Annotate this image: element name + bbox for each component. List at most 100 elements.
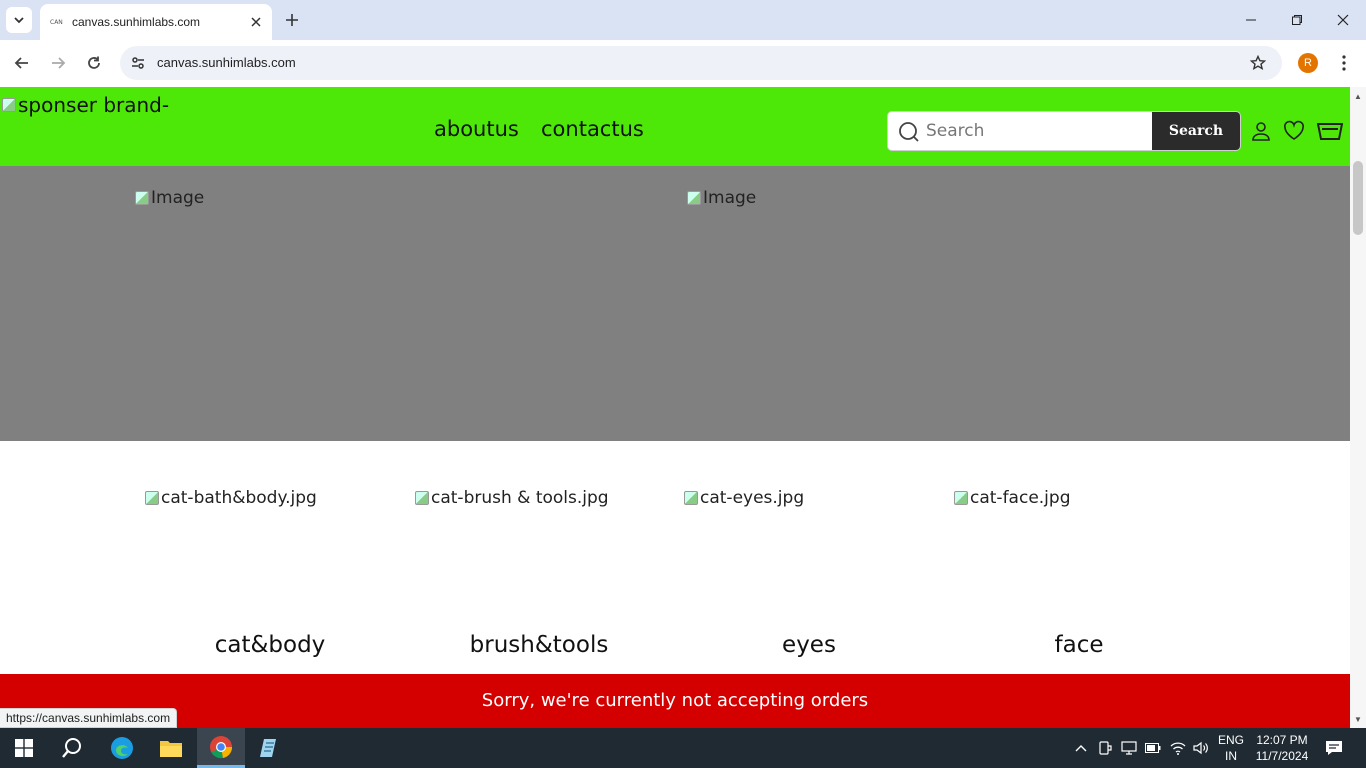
browser-tab-strip: CAN canvas.sunhimlabs.com: [0, 0, 1366, 40]
restore-icon: [1292, 15, 1302, 25]
browser-toolbar: canvas.sunhimlabs.com R: [0, 40, 1366, 86]
display-tray[interactable]: [1119, 728, 1139, 768]
tab-title: canvas.sunhimlabs.com: [72, 15, 201, 29]
search-icon: [899, 122, 919, 142]
link-status-tooltip: https://canvas.sunhimlabs.com: [0, 708, 178, 728]
minimize-icon: [1246, 19, 1256, 21]
show-hidden-icons-button[interactable]: [1070, 728, 1092, 768]
bookmark-star-icon[interactable]: [1248, 53, 1268, 73]
category-link-face[interactable]: face: [944, 632, 1214, 658]
speaker-icon: [1193, 741, 1208, 755]
notifications-button[interactable]: [1320, 728, 1348, 768]
page-viewport: sponser brand- aboutus contactus Search: [0, 87, 1350, 728]
more-vertical-icon: [1342, 55, 1346, 71]
start-button[interactable]: [0, 728, 48, 768]
close-window-button[interactable]: [1320, 0, 1366, 40]
wifi-icon: [1170, 742, 1186, 755]
user-icon: [1252, 122, 1270, 141]
minimize-button[interactable]: [1228, 0, 1274, 40]
search-form: Search: [887, 111, 1241, 151]
edge-browser-icon: [111, 737, 133, 759]
nav-link-contactus[interactable]: contactus: [541, 117, 644, 141]
address-bar[interactable]: canvas.sunhimlabs.com: [120, 46, 1282, 80]
volume-tray[interactable]: [1191, 728, 1211, 768]
folder-icon: [160, 741, 182, 757]
taskbar-notepad[interactable]: [245, 728, 293, 768]
notification-icon: [1326, 741, 1342, 755]
url-text[interactable]: canvas.sunhimlabs.com: [157, 55, 296, 70]
broken-image-icon: [684, 491, 698, 505]
broken-image-icon: [135, 191, 149, 205]
heart-icon: [1284, 120, 1304, 140]
image-alt-text: Image: [151, 188, 205, 208]
image-alt-text: Image: [703, 188, 757, 208]
windows-taskbar: ENG IN 12:07 PM 11/7/2024: [0, 728, 1366, 768]
back-button[interactable]: [8, 49, 36, 77]
cart-icon: [1317, 123, 1343, 140]
broken-image-icon: [145, 491, 159, 505]
page-scrollbar[interactable]: ▲ ▼: [1350, 87, 1366, 728]
device-icon: [1099, 741, 1112, 755]
broken-image-icon: [954, 491, 968, 505]
taskbar-edge[interactable]: [98, 728, 146, 768]
chrome-browser-icon: [210, 735, 233, 758]
banner-image-1[interactable]: Image: [135, 188, 204, 208]
search-input[interactable]: [926, 112, 1151, 150]
restore-button[interactable]: [1274, 0, 1320, 40]
banner-image-2[interactable]: Image: [687, 188, 756, 208]
taskbar-search-button[interactable]: [48, 728, 96, 768]
broken-image-icon: [2, 98, 16, 112]
site-favicon-icon: CAN: [50, 18, 63, 26]
scroll-down-arrow-icon[interactable]: ▼: [1350, 712, 1366, 726]
reload-button[interactable]: [80, 49, 108, 77]
language-code: ENG: [1217, 733, 1244, 747]
broken-image-icon: [415, 491, 429, 505]
wishlist-button[interactable]: [1281, 118, 1307, 144]
new-tab-button[interactable]: [282, 10, 302, 30]
forward-button[interactable]: [44, 49, 72, 77]
category-link-brush-tools[interactable]: brush&tools: [404, 632, 674, 658]
brand-logo[interactable]: sponser brand-: [2, 93, 169, 117]
category-image-bath-body[interactable]: cat-bath&body.jpg: [145, 488, 317, 508]
broken-image-icon: [687, 191, 701, 205]
notepad-icon: [260, 739, 276, 757]
chevron-down-icon: [14, 17, 24, 24]
category-link-eyes[interactable]: eyes: [674, 632, 944, 658]
category-image-brush-tools[interactable]: cat-brush & tools.jpg: [415, 488, 609, 508]
account-button[interactable]: [1248, 118, 1274, 144]
input-language-indicator[interactable]: ENG IN: [1214, 732, 1248, 764]
battery-icon: [1145, 743, 1161, 753]
cart-button[interactable]: [1317, 118, 1343, 144]
language-region: IN: [1225, 749, 1237, 763]
search-button[interactable]: Search: [1152, 112, 1240, 150]
profile-avatar[interactable]: R: [1298, 53, 1318, 73]
browser-menu-button[interactable]: [1334, 53, 1354, 73]
order-notice-banner: Sorry, we're currently not accepting ord…: [0, 674, 1350, 728]
taskbar-file-explorer[interactable]: [147, 728, 195, 768]
site-info-icon[interactable]: [128, 53, 148, 73]
clock-time: 12:07 PM: [1256, 733, 1308, 747]
scroll-up-arrow-icon[interactable]: ▲: [1350, 89, 1366, 103]
category-image-face[interactable]: cat-face.jpg: [954, 488, 1070, 508]
image-alt-text: cat-brush & tools.jpg: [431, 488, 609, 508]
system-clock[interactable]: 12:07 PM 11/7/2024: [1252, 732, 1312, 764]
windows-logo-icon: [15, 739, 33, 757]
image-alt-text: cat-eyes.jpg: [700, 488, 805, 508]
taskbar-chrome[interactable]: [197, 728, 245, 768]
reload-icon: [88, 56, 100, 69]
browser-tab-active[interactable]: CAN canvas.sunhimlabs.com: [40, 4, 272, 40]
nav-link-aboutus[interactable]: aboutus: [434, 117, 519, 141]
chevron-up-icon: [1075, 745, 1087, 752]
clock-date: 11/7/2024: [1255, 749, 1309, 763]
arrow-right-icon: [52, 57, 66, 69]
arrow-left-icon: [14, 57, 28, 69]
scrollbar-thumb[interactable]: [1353, 161, 1363, 235]
category-link-cat-body[interactable]: cat&body: [135, 632, 405, 658]
network-tray[interactable]: [1168, 728, 1188, 768]
category-image-eyes[interactable]: cat-eyes.jpg: [684, 488, 804, 508]
tab-close-icon[interactable]: [246, 12, 266, 32]
plus-icon: [286, 14, 298, 26]
meet-now-tray[interactable]: [1095, 728, 1115, 768]
tab-search-button[interactable]: [6, 7, 32, 33]
battery-tray[interactable]: [1143, 728, 1163, 768]
